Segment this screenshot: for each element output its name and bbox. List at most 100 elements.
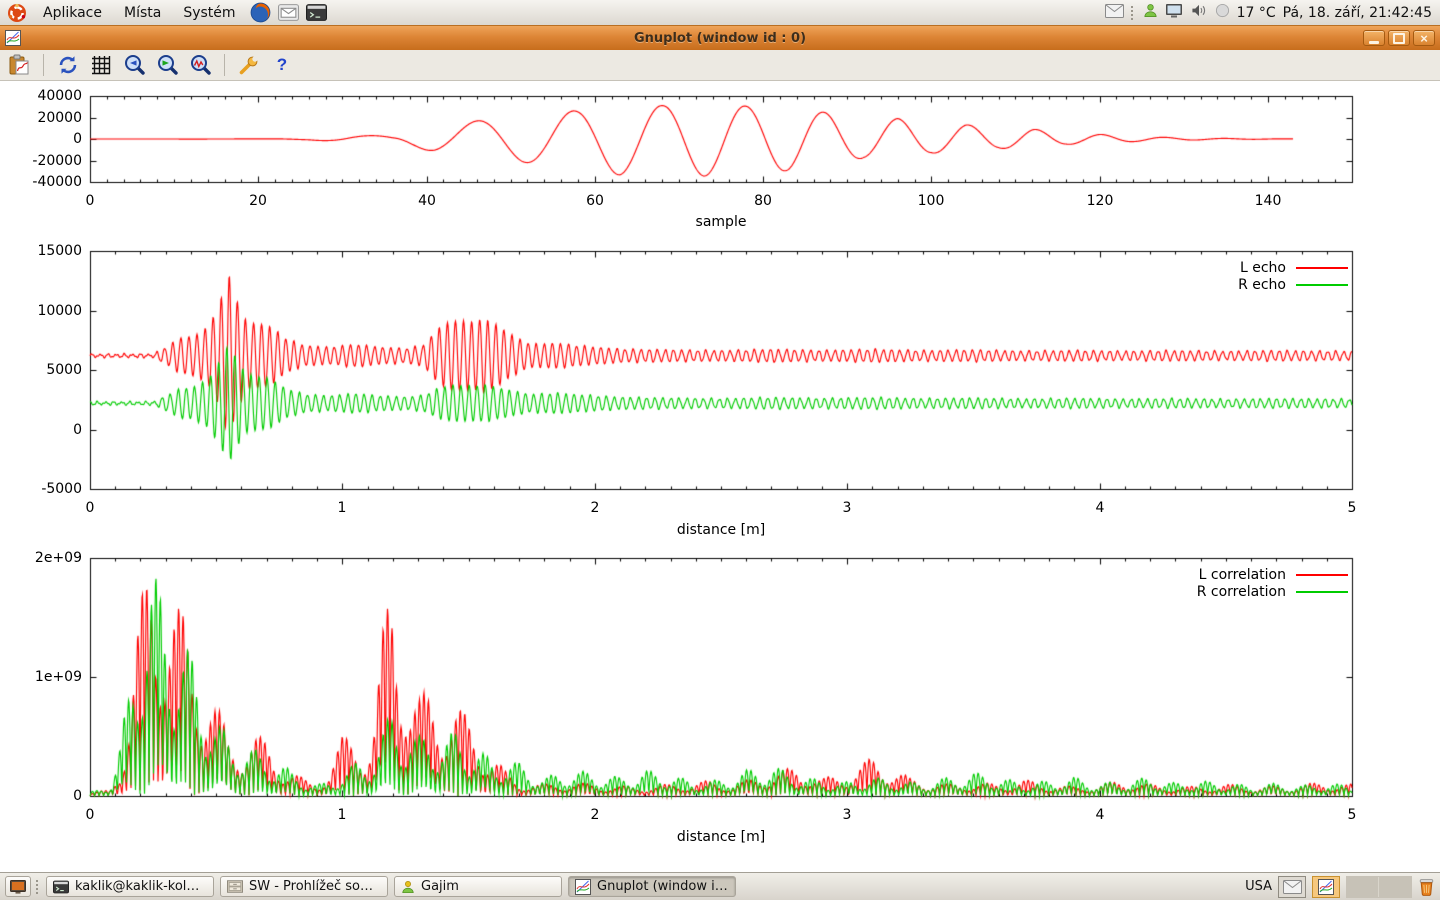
legend-line-sample xyxy=(1296,574,1348,576)
task-button-gajim[interactable]: Gajim xyxy=(394,876,562,897)
x-axis-label-distance-2: distance [m] xyxy=(661,829,781,845)
tray-empty-area xyxy=(1346,876,1412,898)
clock-label[interactable]: Pá, 18. září, 21:42:45 xyxy=(1283,5,1432,21)
tray-handle[interactable] xyxy=(1131,6,1136,20)
x-tick-label: 3 xyxy=(807,499,887,517)
options-button[interactable] xyxy=(236,52,262,78)
x-tick-label: 0 xyxy=(50,192,130,210)
y-tick-label: 15000 xyxy=(0,242,82,260)
x-tick-label: 5 xyxy=(1312,806,1392,824)
ubuntu-logo-icon[interactable] xyxy=(6,2,28,24)
next-zoom-button[interactable] xyxy=(154,52,180,78)
taskbar-right: USA xyxy=(1245,876,1435,898)
legend-line-sample xyxy=(1296,591,1348,593)
zoom-previous-icon xyxy=(123,54,145,76)
minimize-icon xyxy=(1369,41,1379,44)
help-button[interactable]: ? xyxy=(269,52,295,78)
help-icon: ? xyxy=(277,55,287,75)
x-tick-label: 60 xyxy=(555,192,635,210)
zoom-next-icon xyxy=(156,54,178,76)
legend-entry: R correlation xyxy=(1197,583,1348,600)
clipboard-icon xyxy=(8,54,30,76)
task-button-file-manager[interactable]: SW - Prohlížeč souborů xyxy=(220,876,388,897)
y-tick-label: 40000 xyxy=(0,87,82,105)
menu-aplikace[interactable]: Aplikace xyxy=(32,2,113,24)
menu-system[interactable]: Systém xyxy=(172,2,246,24)
toggle-grid-button[interactable] xyxy=(88,52,114,78)
gnuplot-toolbar: ? xyxy=(0,50,1440,81)
window-list: kaklik@kaklik-kolej-u... SW - Prohlížeč s… xyxy=(46,876,736,897)
close-button[interactable]: × xyxy=(1413,30,1435,46)
maximize-icon xyxy=(1393,33,1405,44)
user-status-icon[interactable] xyxy=(1143,3,1158,22)
legend-entry: L echo xyxy=(1238,259,1348,276)
y-tick-label: -5000 xyxy=(0,480,82,498)
toolbar-separator xyxy=(224,54,225,76)
gnuplot-plot-canvas[interactable] xyxy=(0,81,1440,873)
mail-launcher-icon[interactable] xyxy=(276,0,302,25)
task-button-gnuplot[interactable]: Gnuplot (window id : 0) xyxy=(568,876,736,897)
firefox-icon[interactable] xyxy=(248,0,274,25)
display-icon[interactable] xyxy=(1165,3,1183,23)
show-desktop-icon[interactable] xyxy=(5,876,31,897)
y-tick-label: 0 xyxy=(0,421,82,439)
x-tick-label: 0 xyxy=(50,806,130,824)
gnuplot-tray-icon[interactable] xyxy=(1312,876,1340,898)
task-button-label: Gajim xyxy=(421,879,459,894)
gnuplot-titlebar[interactable]: Gnuplot (window id : 0) × xyxy=(0,25,1440,51)
legend-label: R echo xyxy=(1238,277,1286,293)
x-axis-label-distance-1: distance [m] xyxy=(661,522,781,538)
task-button-terminal[interactable]: kaklik@kaklik-kolej-u... xyxy=(46,876,214,897)
desktop: AplikaceMístaSystém xyxy=(0,0,1440,900)
temperature-label[interactable]: 17 °C xyxy=(1237,5,1276,21)
y-tick-label: -40000 xyxy=(0,173,82,191)
trash-icon[interactable] xyxy=(1418,877,1435,896)
maximize-button[interactable] xyxy=(1388,30,1410,46)
legend-label: L correlation xyxy=(1199,567,1286,583)
y-tick-label: 10000 xyxy=(0,302,82,320)
mail-tray-icon[interactable] xyxy=(1105,4,1124,22)
x-tick-label: 2 xyxy=(555,806,635,824)
legend-line-sample xyxy=(1296,267,1348,269)
y-tick-label: 2e+09 xyxy=(0,549,82,567)
task-button-label: Gnuplot (window id : 0) xyxy=(597,879,729,894)
copy-to-clipboard-button[interactable] xyxy=(6,52,32,78)
y-tick-label: 20000 xyxy=(0,109,82,127)
close-icon: × xyxy=(1420,32,1428,45)
keyboard-layout-indicator[interactable]: USA xyxy=(1245,879,1272,894)
panel-left: AplikaceMístaSystém xyxy=(0,0,331,25)
chart-legend: L correlationR correlation xyxy=(1197,566,1348,600)
autoscale-button[interactable] xyxy=(187,52,213,78)
panel-status-area: 17 °C Pá, 18. září, 21:42:45 xyxy=(1105,3,1440,23)
legend-label: L echo xyxy=(1240,260,1286,276)
terminal-launcher-icon[interactable] xyxy=(304,0,330,25)
x-axis-label-sample: sample xyxy=(661,214,781,230)
y-tick-label: -20000 xyxy=(0,152,82,170)
chart-legend: L echoR echo xyxy=(1238,259,1348,293)
window-title: Gnuplot (window id : 0) xyxy=(0,31,1440,46)
y-tick-label: 5000 xyxy=(0,361,82,379)
y-tick-label: 1e+09 xyxy=(0,668,82,686)
x-tick-label: 5 xyxy=(1312,499,1392,517)
replot-button[interactable] xyxy=(55,52,81,78)
terminal-icon xyxy=(53,880,69,894)
minimize-button[interactable] xyxy=(1363,30,1385,46)
taskbar-handle[interactable] xyxy=(36,880,41,894)
x-tick-label: 120 xyxy=(1060,192,1140,210)
toolbar-separator xyxy=(43,54,44,76)
window-controls: × xyxy=(1363,30,1440,46)
file-manager-icon xyxy=(227,880,243,893)
x-tick-label: 80 xyxy=(723,192,803,210)
x-tick-label: 4 xyxy=(1060,499,1140,517)
task-button-label: SW - Prohlížeč souborů xyxy=(249,879,381,894)
mail-tray-icon[interactable] xyxy=(1278,876,1306,898)
x-tick-label: 100 xyxy=(891,192,971,210)
grid-icon xyxy=(90,54,112,76)
task-button-label: kaklik@kaklik-kolej-u... xyxy=(75,879,207,894)
menu-mista[interactable]: Místa xyxy=(113,2,172,24)
previous-zoom-button[interactable] xyxy=(121,52,147,78)
volume-icon[interactable] xyxy=(1190,3,1208,22)
weather-icon[interactable] xyxy=(1215,3,1230,22)
wrench-icon xyxy=(238,54,260,76)
panel-menus: AplikaceMístaSystém xyxy=(32,2,247,24)
